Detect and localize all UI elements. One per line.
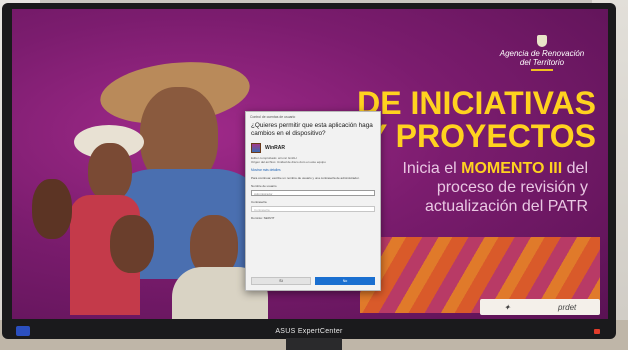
dialog-app-row: WinRAR	[246, 141, 380, 156]
dialog-question: ¿Quieres permitir que esta aplicación ha…	[251, 122, 373, 137]
portrait-person-5	[32, 179, 72, 239]
dialog-app-name: WinRAR	[265, 145, 285, 152]
agency-name-line2: del Territorio	[519, 58, 565, 67]
monitor: Agencia de Renovación del Territorio DE …	[2, 3, 616, 339]
subtitle-bold: MOMENTO III	[461, 160, 563, 177]
credentials-prompt: Para continuar, escribe un nombre de usu…	[251, 176, 360, 181]
password-field[interactable]: Contraseña	[251, 206, 375, 213]
more-details-link[interactable]: Mostrar más detalles	[246, 164, 380, 175]
agency-name-line1: Agencia de Renovación	[499, 49, 585, 58]
sponsor-logo-text: prdet	[558, 302, 577, 312]
poster-subtitle: Inicia el MOMENTO III del proceso de rev…	[362, 159, 588, 216]
dialog-domain: Dominio: SERVIT	[251, 216, 275, 221]
dialog-title-bar: Control de cuentas de usuario	[250, 115, 296, 119]
username-field[interactable]: Administrador	[251, 190, 375, 197]
sponsor-logos: ✦ prdet	[480, 299, 600, 315]
subtitle-pre: Inicia el	[402, 160, 462, 177]
agency-underline	[531, 69, 553, 71]
power-led	[594, 329, 600, 334]
monitor-stand	[286, 338, 342, 350]
screen: Agencia de Renovación del Territorio DE …	[12, 9, 608, 319]
sponsor-emblem-icon: ✦	[503, 302, 511, 312]
dialog-buttons: Sí No	[251, 277, 375, 285]
no-button[interactable]: No	[315, 277, 375, 285]
monitor-brand-label: ASUS ExpertCenter	[275, 328, 343, 335]
portrait-person-3	[110, 215, 154, 273]
uac-dialog: Control de cuentas de usuario ¿Quieres p…	[245, 111, 381, 291]
agency-logo: Agencia de Renovación del Territorio	[490, 35, 594, 71]
winrar-icon	[251, 143, 261, 154]
portrait-person-2	[88, 143, 132, 201]
coat-of-arms-icon	[537, 35, 547, 47]
password-label: Contraseña	[251, 200, 267, 205]
username-label: Nombre de usuario	[251, 184, 277, 189]
yes-button[interactable]: Sí	[251, 277, 311, 285]
